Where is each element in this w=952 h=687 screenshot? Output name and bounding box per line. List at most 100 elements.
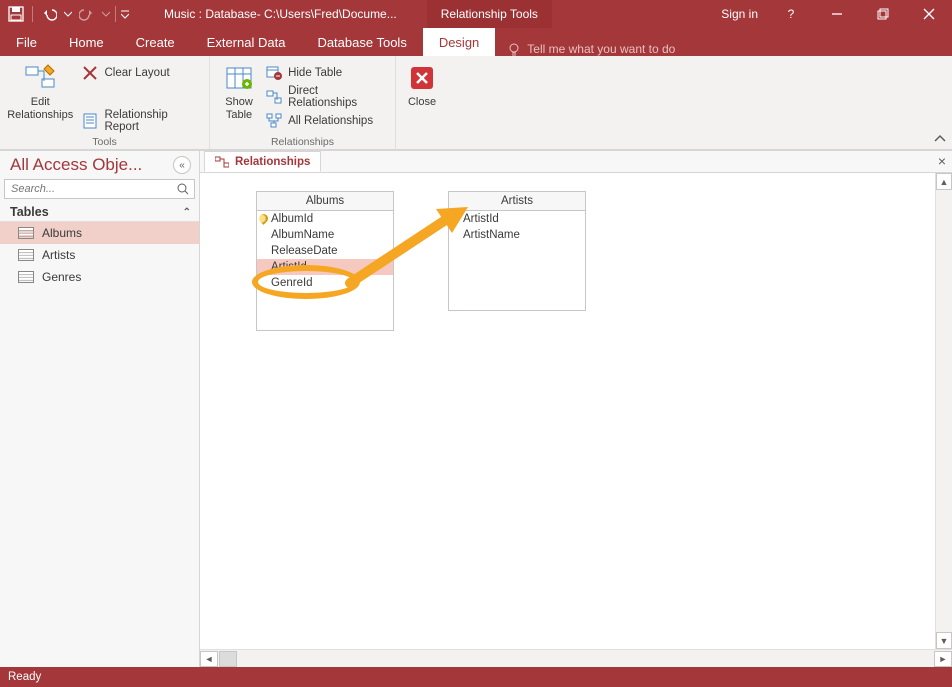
clear-layout-label: Clear Layout: [104, 67, 169, 79]
field-artistname[interactable]: ArtistName: [449, 227, 585, 243]
table-box-artists[interactable]: Artists ArtistId ArtistName: [448, 191, 586, 311]
ribbon: Edit Relationships Clear Layout Relation…: [0, 56, 952, 150]
all-relationships-button[interactable]: All Relationships: [262, 110, 389, 132]
nav-item-label: Artists: [42, 248, 75, 262]
relationship-report-label: Relationship Report: [104, 109, 199, 133]
hide-table-button[interactable]: Hide Table: [262, 62, 389, 84]
vertical-scrollbar[interactable]: ▲ ▼: [935, 173, 952, 649]
search-input[interactable]: [5, 180, 172, 198]
workspace: All Access Obje... « Tables ⌃ Albums Art…: [0, 150, 952, 667]
all-relationships-label: All Relationships: [288, 115, 373, 127]
field-label: ArtistName: [463, 229, 520, 241]
tab-create[interactable]: Create: [120, 28, 191, 56]
nav-item-albums[interactable]: Albums: [0, 222, 199, 244]
qat-customize-icon[interactable]: [120, 2, 130, 26]
field-artistid[interactable]: ArtistId: [449, 211, 585, 227]
scroll-left-icon[interactable]: ◄: [200, 651, 218, 667]
nav-item-label: Albums: [42, 226, 82, 240]
minimize-icon[interactable]: [814, 0, 860, 28]
field-label: AlbumId: [271, 213, 313, 225]
tell-me-label: Tell me what you want to do: [527, 42, 675, 56]
nav-item-label: Genres: [42, 270, 81, 284]
clear-layout-button[interactable]: Clear Layout: [78, 62, 203, 84]
close-label: Close: [408, 96, 436, 109]
scroll-right-icon[interactable]: ►: [934, 651, 952, 667]
ribbon-tab-strip: File Home Create External Data Database …: [0, 28, 952, 56]
nav-collapse-icon[interactable]: «: [173, 156, 191, 174]
direct-relationships-button[interactable]: Direct Relationships: [262, 86, 389, 108]
tab-external-data[interactable]: External Data: [191, 28, 302, 56]
relationships-tab-icon: [215, 156, 229, 168]
table-icon: [18, 227, 34, 239]
scroll-down-icon[interactable]: ▼: [936, 632, 952, 649]
scroll-up-icon[interactable]: ▲: [936, 173, 952, 190]
field-releasedate[interactable]: ReleaseDate: [257, 243, 393, 259]
relationships-canvas[interactable]: Albums AlbumId AlbumName ReleaseDate Art…: [200, 173, 952, 649]
tell-me-input[interactable]: Tell me what you want to do: [495, 42, 687, 56]
field-albumname[interactable]: AlbumName: [257, 227, 393, 243]
show-table-button[interactable]: Show Table: [216, 60, 262, 121]
field-label: AlbumName: [271, 229, 334, 241]
close-icon: [406, 62, 438, 94]
undo-dropdown-icon[interactable]: [63, 2, 73, 26]
search-icon[interactable]: [172, 180, 194, 198]
field-albumid[interactable]: AlbumId: [257, 211, 393, 227]
quick-access-toolbar: [0, 2, 134, 26]
help-icon[interactable]: ?: [768, 0, 814, 28]
tab-database-tools[interactable]: Database Tools: [301, 28, 422, 56]
document-tab-label: Relationships: [235, 156, 310, 168]
clear-layout-icon: [82, 65, 98, 81]
table-icon: [18, 271, 34, 283]
tab-home[interactable]: Home: [53, 28, 120, 56]
tab-file[interactable]: File: [0, 28, 53, 56]
document-area: Relationships × Albums AlbumId AlbumName…: [200, 151, 952, 667]
lightbulb-icon: [507, 42, 521, 56]
annotation-oval: [252, 265, 360, 299]
field-label: ReleaseDate: [271, 245, 337, 257]
status-text: Ready: [8, 671, 41, 683]
tab-design[interactable]: Design: [423, 28, 495, 56]
table-box-albums[interactable]: Albums AlbumId AlbumName ReleaseDate Art…: [256, 191, 394, 331]
hide-table-label: Hide Table: [288, 67, 342, 79]
nav-group-label: Tables: [10, 205, 49, 219]
table-icon: [18, 249, 34, 261]
redo-icon[interactable]: [75, 2, 99, 26]
scroll-thumb[interactable]: [219, 651, 237, 667]
document-tab-relationships[interactable]: Relationships: [204, 151, 321, 172]
collapse-ribbon-icon[interactable]: [934, 133, 946, 145]
close-button[interactable]: Close: [402, 60, 442, 109]
nav-item-artists[interactable]: Artists: [0, 244, 199, 266]
nav-pane-title[interactable]: All Access Obje...: [10, 155, 173, 175]
redo-dropdown-icon[interactable]: [101, 2, 111, 26]
horizontal-scrollbar[interactable]: ◄ ►: [200, 649, 952, 667]
undo-icon[interactable]: [37, 2, 61, 26]
field-label: ArtistId: [463, 213, 499, 225]
edit-relationships-label: Edit Relationships: [7, 96, 73, 121]
group-label-relationships: Relationships: [210, 136, 395, 150]
table-box-title: Artists: [449, 192, 585, 211]
group-collapse-icon[interactable]: ⌃: [183, 207, 191, 218]
show-table-icon: [223, 62, 255, 94]
title-bar: Music : Database- C:\Users\Fred\Docume..…: [0, 0, 952, 28]
edit-relationships-button[interactable]: Edit Relationships: [6, 60, 74, 121]
window-title: Music : Database- C:\Users\Fred\Docume..…: [164, 7, 397, 21]
navigation-pane: All Access Obje... « Tables ⌃ Albums Art…: [0, 151, 200, 667]
save-icon[interactable]: [4, 2, 28, 26]
all-relationships-icon: [266, 113, 282, 129]
direct-relationships-label: Direct Relationships: [288, 85, 385, 109]
close-window-icon[interactable]: [906, 0, 952, 28]
relationship-report-button[interactable]: Relationship Report: [78, 110, 203, 132]
document-close-icon[interactable]: ×: [938, 153, 946, 169]
nav-item-genres[interactable]: Genres: [0, 266, 199, 288]
sign-in-button[interactable]: Sign in: [711, 7, 768, 21]
nav-group-tables[interactable]: Tables ⌃: [0, 201, 199, 222]
direct-relationships-icon: [266, 89, 282, 105]
status-bar: Ready: [0, 667, 952, 687]
edit-relationships-icon: [24, 62, 56, 94]
table-box-title: Albums: [257, 192, 393, 211]
contextual-tab-label: Relationship Tools: [427, 0, 552, 28]
restore-icon[interactable]: [860, 0, 906, 28]
relationship-report-icon: [82, 113, 98, 129]
nav-search-box[interactable]: [4, 179, 195, 199]
hide-table-icon: [266, 65, 282, 81]
